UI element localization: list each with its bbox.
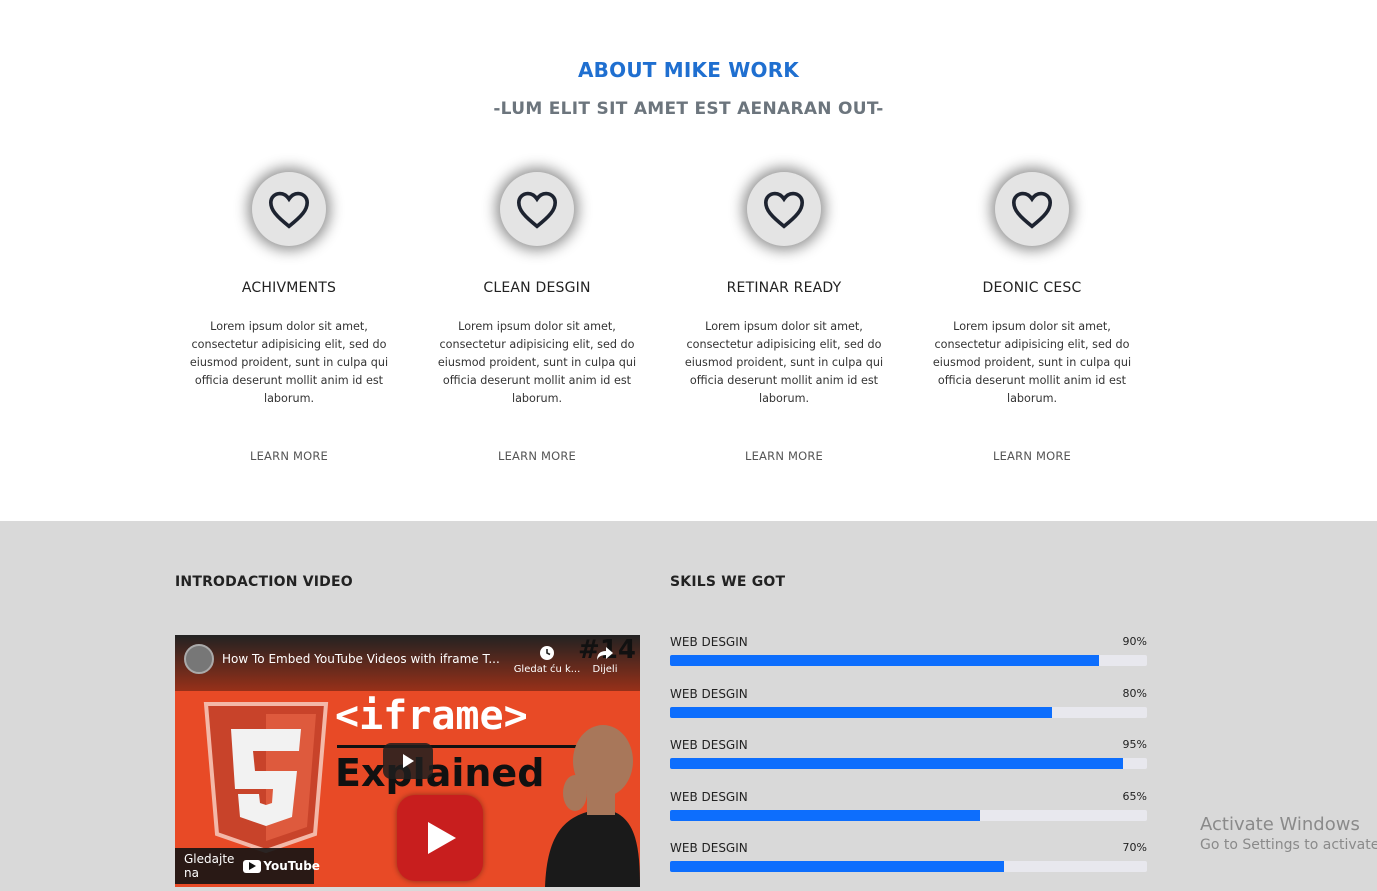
feature-title: RETINAR READY bbox=[726, 280, 842, 296]
skill-percent: 65% bbox=[1122, 789, 1147, 803]
progress-track bbox=[670, 809, 1147, 821]
feature-description: Lorem ipsum dolor sit amet, consectetur … bbox=[932, 320, 1132, 405]
progress-track bbox=[670, 861, 1147, 872]
skill-name: WEB DESGIN bbox=[670, 686, 748, 701]
youtube-play-icon bbox=[243, 859, 262, 873]
activate-windows-watermark: Activate Windows Go to Settings to activ… bbox=[1200, 814, 1377, 853]
skill-percent: 70% bbox=[1122, 841, 1147, 854]
watch-on-youtube-button[interactable]: Gledajte na YouTube bbox=[175, 848, 320, 884]
feature-card: RETINAR READY Lorem ipsum dolor sit amet… bbox=[669, 170, 899, 463]
presenter-image bbox=[535, 713, 640, 887]
feature-description: Lorem ipsum dolor sit amet, consectetur … bbox=[437, 320, 637, 405]
feature-card: ACHIVMENTS Lorem ipsum dolor sit amet, c… bbox=[174, 170, 404, 463]
learn-more-link[interactable]: LEARN MORE bbox=[422, 449, 652, 463]
youtube-embed[interactable]: <iframe> Explained How To Embed YouTube … bbox=[175, 635, 640, 887]
progress-fill bbox=[670, 809, 981, 821]
feature-title: DEONIC CESC bbox=[982, 280, 1082, 296]
skill-percent: 80% bbox=[1122, 686, 1147, 700]
watch-on-label: Gledajte na bbox=[184, 852, 235, 880]
video-title[interactable]: How To Embed YouTube Videos with iframe … bbox=[222, 652, 500, 666]
progress-fill bbox=[670, 655, 1100, 666]
section-subtitle: -LUM ELIT SIT AMET EST AENARAN OUT- bbox=[493, 99, 884, 119]
skill-item: WEB DESGIN 90% bbox=[670, 635, 1147, 687]
skills-list: WEB DESGIN 90% WEB DESGIN 80% WEB DESGIN… bbox=[670, 635, 1147, 891]
skill-percent: 95% bbox=[1122, 738, 1147, 751]
feature-card: CLEAN DESGIN Lorem ipsum dolor sit amet,… bbox=[422, 170, 652, 463]
skill-item: WEB DESGIN 95% bbox=[670, 738, 1147, 790]
feature-card: DEONIC CESC Lorem ipsum dolor sit amet, … bbox=[917, 170, 1147, 463]
progress-fill bbox=[670, 861, 1004, 872]
video-section-label: INTRODACTION VIDEO bbox=[175, 574, 353, 590]
feature-description: Lorem ipsum dolor sit amet, consectetur … bbox=[189, 320, 389, 405]
progress-track bbox=[670, 758, 1147, 769]
about-section: ABOUT MIKE WORK -LUM ELIT SIT AMET EST A… bbox=[0, 0, 1377, 521]
learn-more-link[interactable]: LEARN MORE bbox=[669, 449, 899, 463]
heart-icon bbox=[995, 172, 1069, 246]
share-icon bbox=[585, 645, 625, 664]
watch-later-button[interactable]: Gledat ću k... bbox=[512, 645, 582, 675]
youtube-logo: YouTube bbox=[243, 859, 320, 873]
feature-title: CLEAN DESGIN bbox=[483, 280, 591, 296]
progress-track bbox=[670, 706, 1147, 718]
watermark-subtitle: Go to Settings to activate W bbox=[1200, 837, 1377, 853]
skill-item: WEB DESGIN 70% bbox=[670, 841, 1147, 891]
learn-more-link[interactable]: LEARN MORE bbox=[174, 449, 404, 463]
share-label: Dijeli bbox=[592, 664, 618, 675]
skill-name: WEB DESGIN bbox=[670, 738, 748, 752]
clock-icon bbox=[512, 645, 582, 664]
skill-name: WEB DESGIN bbox=[670, 789, 748, 804]
skill-name: WEB DESGIN bbox=[670, 635, 748, 649]
watermark-title: Activate Windows bbox=[1200, 814, 1360, 835]
heart-icon bbox=[252, 172, 326, 246]
skill-name: WEB DESGIN bbox=[670, 841, 748, 855]
share-button[interactable]: Dijeli bbox=[585, 645, 625, 675]
heart-icon bbox=[500, 172, 574, 246]
play-icon[interactable] bbox=[383, 743, 433, 779]
skills-section-label: SKILS WE GOT bbox=[670, 574, 786, 590]
heart-icon bbox=[747, 172, 821, 246]
youtube-wordmark: YouTube bbox=[263, 859, 320, 873]
thumbnail-subheadline: Explained bbox=[335, 751, 545, 795]
channel-avatar[interactable] bbox=[184, 644, 214, 674]
feature-title: ACHIVMENTS bbox=[241, 280, 337, 296]
progress-fill bbox=[670, 706, 1052, 718]
learn-more-link[interactable]: LEARN MORE bbox=[917, 449, 1147, 463]
feature-description: Lorem ipsum dolor sit amet, consectetur … bbox=[684, 320, 884, 405]
skill-item: WEB DESGIN 65% bbox=[670, 790, 1147, 842]
section-title: ABOUT MIKE WORK bbox=[578, 58, 799, 82]
video-skills-section: INTRODACTION VIDEO <iframe> Explained Ho… bbox=[0, 521, 1377, 891]
skill-percent: 90% bbox=[1122, 635, 1147, 648]
html5-logo bbox=[201, 699, 331, 859]
skill-item: WEB DESGIN 80% bbox=[670, 687, 1147, 739]
progress-fill bbox=[670, 758, 1124, 769]
youtube-play-logo-icon bbox=[397, 795, 483, 881]
progress-track bbox=[670, 655, 1147, 666]
watch-later-label: Gledat ću k... bbox=[513, 664, 581, 675]
thumbnail-headline: <iframe> bbox=[335, 693, 528, 739]
